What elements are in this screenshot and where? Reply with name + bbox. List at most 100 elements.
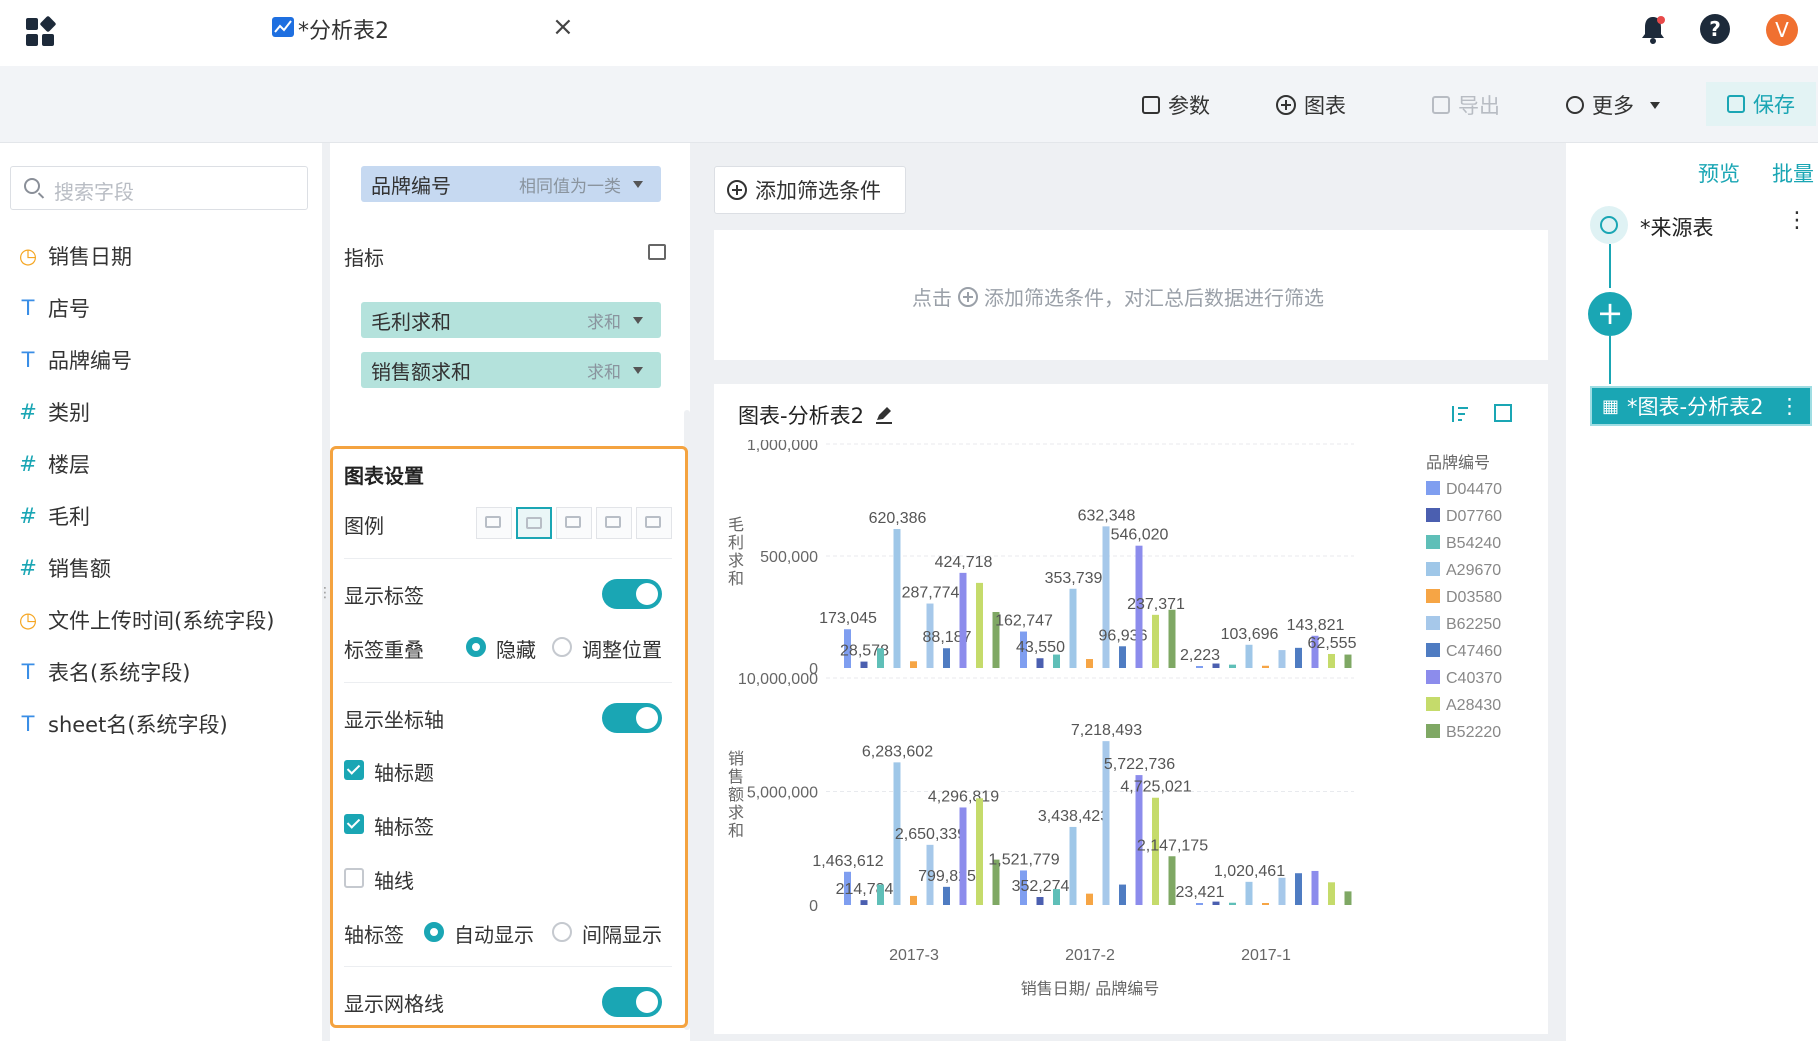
axis-line-checkbox[interactable] xyxy=(344,868,364,888)
bar xyxy=(1152,614,1159,668)
x-tick-label: 2017-2 xyxy=(1065,947,1115,964)
dimension-pill-label: 品牌编号 xyxy=(371,173,451,198)
hash-icon: # xyxy=(19,556,37,580)
sort-icon[interactable] xyxy=(1448,404,1470,424)
overlap-adjust-radio[interactable] xyxy=(552,637,572,657)
metric-pill-agg: 求和 xyxy=(587,312,621,333)
bar xyxy=(860,661,868,668)
source-node-label[interactable]: *来源表 xyxy=(1640,212,1714,242)
y-tick-label: 5,000,000 xyxy=(747,785,818,802)
params-label: 参数 xyxy=(1168,94,1210,118)
legend-top-option[interactable] xyxy=(596,507,632,539)
caret-down-icon[interactable] xyxy=(633,316,643,324)
metric-pill-label: 销售额求和 xyxy=(371,359,471,384)
interval-show-radio[interactable] xyxy=(552,922,572,942)
edit-icon[interactable] xyxy=(874,404,892,424)
metric-pill-sales[interactable]: 销售额求和 求和 xyxy=(361,352,661,388)
bar xyxy=(943,648,950,668)
plus-circle-icon xyxy=(958,286,978,307)
bar xyxy=(1328,653,1335,668)
expand-icon[interactable] xyxy=(1494,404,1512,422)
text-type-icon: T xyxy=(21,348,35,372)
preview-link[interactable]: 预览 xyxy=(1698,158,1740,188)
chart-node[interactable]: ▦ *图表-分析表2 ⋮ xyxy=(1590,386,1812,426)
bar xyxy=(1262,903,1269,905)
export-button[interactable]: 导出 xyxy=(1432,90,1500,120)
more-vertical-icon[interactable]: ⋮ xyxy=(1779,394,1800,418)
label-overlap-label: 标签重叠 xyxy=(344,638,424,662)
metric-pill-gross-profit[interactable]: 毛利求和 求和 xyxy=(361,302,661,338)
data-label: 1,020,461 xyxy=(1214,863,1285,880)
bar xyxy=(1036,897,1044,905)
save-button[interactable]: 保存 xyxy=(1706,82,1816,126)
bar xyxy=(1036,658,1044,668)
field-item-label: 销售日期 xyxy=(48,245,132,269)
bar xyxy=(1229,902,1236,905)
save-label: 保存 xyxy=(1753,93,1795,117)
legend-bottom-option[interactable] xyxy=(636,507,672,539)
field-item[interactable]: ◷ 销售日期 xyxy=(0,236,310,276)
add-filter-label: 添加筛选条件 xyxy=(755,179,881,203)
add-filter-button[interactable]: 添加筛选条件 xyxy=(714,166,906,214)
show-grid-toggle[interactable] xyxy=(602,987,662,1017)
field-item[interactable]: # 毛利 xyxy=(0,496,310,536)
show-labels-toggle[interactable] xyxy=(602,579,662,609)
legend-right-option[interactable] xyxy=(516,507,552,539)
caret-down-icon[interactable] xyxy=(633,366,643,374)
field-item[interactable]: ◷ 文件上传时间(系统字段) xyxy=(0,600,310,640)
more-dots-icon xyxy=(1566,96,1584,114)
data-label: 2,147,175 xyxy=(1137,837,1208,854)
more-menu-button[interactable]: 更多 xyxy=(1566,90,1660,120)
params-button[interactable]: 参数 xyxy=(1142,90,1210,120)
more-vertical-icon[interactable]: ⋮ xyxy=(1786,208,1808,233)
metrics-settings-icon[interactable] xyxy=(648,244,666,260)
axis-label-checkbox[interactable] xyxy=(344,814,364,834)
bell-icon[interactable] xyxy=(1638,14,1668,50)
field-item[interactable]: # 类别 xyxy=(0,392,310,432)
bar xyxy=(1344,891,1352,905)
field-item-label: 店号 xyxy=(48,297,90,321)
y-axis-title: 销 xyxy=(728,749,744,768)
app-grid-icon[interactable] xyxy=(24,16,56,48)
field-item[interactable]: # 销售额 xyxy=(0,548,310,588)
field-item[interactable]: Tsheet名(系统字段) xyxy=(0,704,310,744)
data-label: 287,774 xyxy=(902,585,960,602)
auto-show-radio[interactable] xyxy=(424,922,444,942)
data-label: 353,739 xyxy=(1045,570,1103,587)
field-item[interactable]: # 楼层 xyxy=(0,444,310,484)
axis-title-checkbox[interactable] xyxy=(344,760,364,780)
batch-link[interactable]: 批量 xyxy=(1772,158,1814,188)
field-item[interactable]: T 表名(系统字段) xyxy=(0,652,310,692)
field-item[interactable]: T 店号 xyxy=(0,288,310,328)
legend-none-option[interactable] xyxy=(476,507,512,539)
bar xyxy=(1344,654,1352,668)
bar xyxy=(1245,644,1253,668)
plus-circle-icon xyxy=(1276,95,1296,115)
bar xyxy=(1295,873,1302,905)
analysis-chart-icon xyxy=(272,17,294,37)
close-icon[interactable]: × xyxy=(552,12,574,42)
bar xyxy=(877,884,884,905)
more-label: 更多 xyxy=(1592,94,1634,118)
bar xyxy=(860,900,868,905)
bar xyxy=(893,529,901,668)
axis-label-mode-label: 轴标签 xyxy=(344,923,404,947)
show-labels-label: 显示标签 xyxy=(344,584,424,608)
add-chart-button[interactable]: 图表 xyxy=(1276,90,1346,120)
avatar[interactable]: V xyxy=(1766,14,1798,46)
add-node-button[interactable]: + xyxy=(1588,292,1632,336)
axis-label-label: 轴标签 xyxy=(374,815,434,839)
overlap-hide-radio[interactable] xyxy=(466,637,486,657)
resize-handle-icon[interactable]: ⋮ xyxy=(318,586,332,612)
dimension-pill-brand[interactable]: 品牌编号 相同值为一类 xyxy=(361,166,661,202)
caret-down-icon[interactable] xyxy=(633,180,643,188)
show-axis-toggle[interactable] xyxy=(602,703,662,733)
data-label: 7,218,493 xyxy=(1071,722,1142,739)
help-icon[interactable]: ? xyxy=(1700,14,1730,44)
bar xyxy=(910,895,917,905)
bar xyxy=(1278,877,1286,905)
legend-left-option[interactable] xyxy=(556,507,592,539)
toolbar xyxy=(0,66,1818,143)
axis-line-label: 轴线 xyxy=(374,869,414,893)
field-item[interactable]: T 品牌编号 xyxy=(0,340,310,380)
